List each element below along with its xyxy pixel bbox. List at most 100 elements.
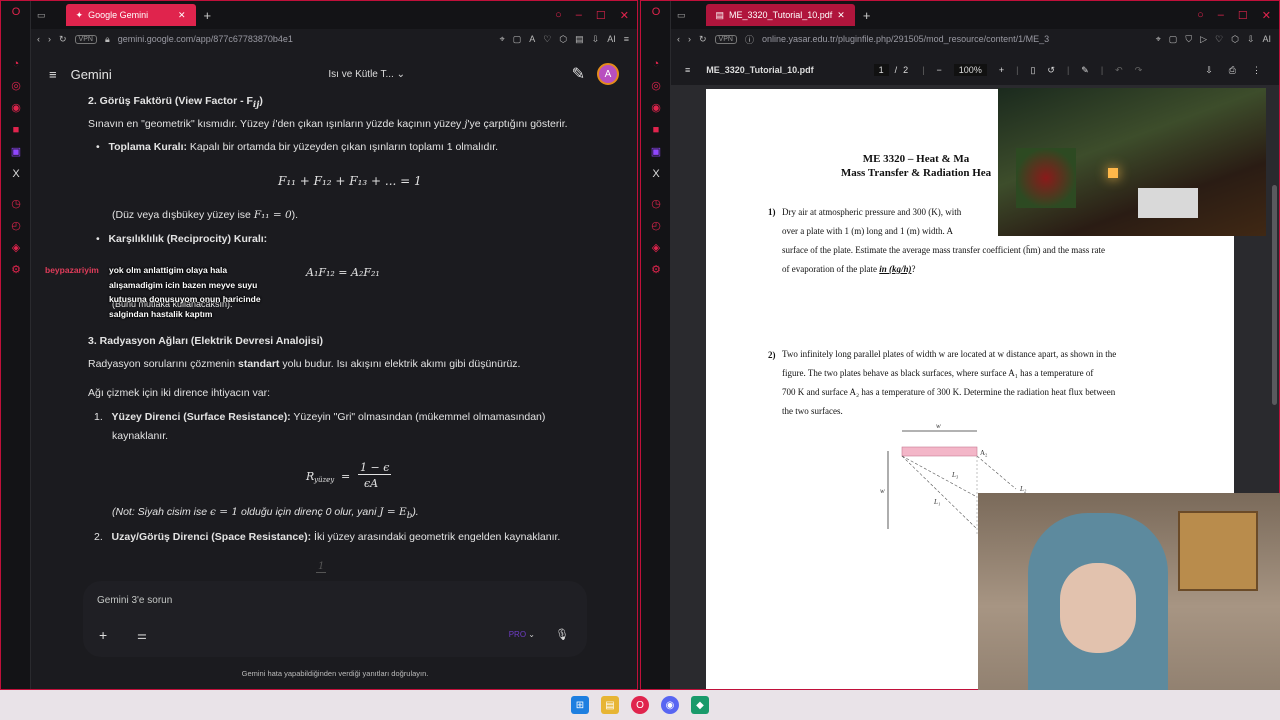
forward-icon[interactable]: › — [48, 34, 51, 44]
extensions-icon[interactable]: ⬡ — [1231, 34, 1239, 45]
shield-icon[interactable]: ⛉ — [1185, 34, 1192, 45]
annotate-icon[interactable]: ✎ — [1081, 65, 1089, 76]
tab-menu-icon[interactable]: ▭ — [677, 10, 686, 21]
print-icon[interactable]: ⎙ — [1229, 65, 1236, 76]
more-options-icon[interactable]: ⋮ — [1252, 65, 1261, 76]
maximize-icon[interactable]: ☐ — [1238, 9, 1248, 22]
eq4-numerator: 1 — [316, 561, 327, 573]
clock-icon[interactable]: ◴ — [1, 215, 31, 237]
history-icon[interactable]: ◷ — [641, 193, 671, 215]
messenger-icon[interactable]: ◉ — [641, 97, 671, 119]
snapshot-icon[interactable]: ▢ — [513, 34, 522, 45]
conversation-title[interactable]: Isı ve Kütle T... ⌄ — [278, 69, 405, 80]
new-tab-button[interactable]: + — [863, 8, 871, 23]
clock-icon[interactable]: ◴ — [641, 215, 671, 237]
bookmark-icon[interactable]: ◈ — [641, 237, 671, 259]
download-icon[interactable]: ⇩ — [592, 34, 600, 45]
page-number-input[interactable]: 1 — [873, 64, 889, 76]
file-explorer-icon[interactable]: ▤ — [601, 696, 619, 714]
twitch-icon[interactable]: ▣ — [641, 141, 671, 163]
fit-page-icon[interactable]: ▯ — [1030, 65, 1035, 76]
url-field[interactable]: gemini.google.com/app/877c67783870b4e1 — [118, 34, 293, 44]
tab-close-icon[interactable]: ✕ — [837, 10, 845, 21]
pin-icon[interactable]: ⌖ — [1156, 34, 1161, 45]
undo-icon[interactable]: ↶ — [1115, 65, 1123, 76]
whatsapp-icon[interactable]: ■ — [1, 119, 31, 141]
settings-icon[interactable]: ⚙ — [1, 259, 31, 281]
x-icon[interactable]: X — [641, 163, 671, 185]
pdf-download-icon[interactable]: ⇩ — [1205, 65, 1213, 76]
tab-gemini[interactable]: ✦ Google Gemini ✕ — [65, 4, 196, 26]
heart-icon[interactable]: ♡ — [1215, 34, 1223, 45]
wallet-icon[interactable]: ▤ — [575, 34, 584, 45]
play-icon[interactable]: ▷ — [1200, 34, 1207, 45]
history-icon[interactable]: ◷ — [1, 193, 31, 215]
x-icon[interactable]: X — [1, 163, 31, 185]
p2-bold: standart — [238, 358, 280, 370]
discord-icon[interactable]: ◉ — [661, 696, 679, 714]
new-tab-button[interactable]: + — [204, 8, 212, 23]
aria-icon[interactable]: ◔ — [641, 53, 671, 75]
maximize-icon[interactable]: ☐ — [596, 9, 606, 22]
b1-title: Toplama Kuralı: — [108, 141, 188, 153]
zoom-level[interactable]: 100% — [953, 64, 987, 76]
back-icon[interactable]: ‹ — [677, 34, 680, 44]
tab-close-icon[interactable]: ✕ — [178, 10, 186, 21]
opera-taskbar-icon[interactable]: O — [631, 696, 649, 714]
tab-menu-icon[interactable]: ▭ — [37, 10, 46, 21]
ai-icon[interactable]: AI — [607, 34, 616, 45]
rotate-icon[interactable]: ↺ — [1047, 65, 1055, 76]
pin-icon[interactable]: ⌖ — [500, 34, 505, 45]
opera-logo-icon[interactable]: O — [1, 1, 31, 23]
forward-icon[interactable]: › — [688, 34, 691, 44]
search-icon[interactable]: ○ — [1197, 9, 1204, 22]
game-bed — [1138, 188, 1198, 218]
pdf-menu-icon[interactable]: ≡ — [685, 65, 690, 75]
redo-icon[interactable]: ↷ — [1135, 65, 1143, 76]
model-selector[interactable]: PRO ⌄ — [509, 630, 535, 639]
menu-icon[interactable]: ≡ — [624, 34, 629, 45]
avatar[interactable]: A — [596, 63, 619, 85]
search-icon[interactable]: ○ — [555, 9, 562, 22]
zoom-in-icon[interactable]: + — [999, 65, 1004, 75]
close-icon[interactable]: ✕ — [620, 9, 629, 22]
snapshot-icon[interactable]: ▢ — [1169, 34, 1178, 45]
download-icon[interactable]: ⇩ — [1247, 34, 1255, 45]
ai-icon[interactable]: AI — [1262, 34, 1271, 45]
opera-logo-icon[interactable]: O — [641, 1, 671, 23]
zoom-out-icon[interactable]: − — [937, 65, 942, 75]
messenger-icon[interactable]: ◉ — [1, 97, 31, 119]
back-icon[interactable]: ‹ — [37, 34, 40, 44]
vpn-badge[interactable]: VPN — [714, 34, 737, 44]
aria-icon[interactable]: ◔ — [1, 53, 31, 75]
reload-icon[interactable]: ↻ — [59, 34, 67, 45]
whatsapp-icon[interactable]: ■ — [641, 119, 671, 141]
minimize-icon[interactable]: – — [576, 9, 582, 22]
hamburger-menu-icon[interactable]: ≡ — [49, 67, 57, 82]
tab-bar-right: ▭ ▤ ME_3320_Tutorial_10.pdf ✕ + ○ – ☐ ✕ — [671, 1, 1279, 29]
question1-number: 1) — [768, 207, 776, 217]
microphone-icon[interactable]: 🎙︎ — [555, 628, 569, 641]
prompt-box[interactable]: Gemini 3'e sorun + ⚌ PRO ⌄ 🎙︎ — [83, 581, 587, 657]
settings-icon[interactable]: ⚙ — [641, 259, 671, 281]
tab-pdf[interactable]: ▤ ME_3320_Tutorial_10.pdf ✕ — [705, 4, 855, 26]
add-attachment-icon[interactable]: + — [99, 627, 107, 643]
windows-start-icon[interactable]: ⊞ — [571, 696, 589, 714]
extensions-icon[interactable]: ⬡ — [559, 34, 567, 45]
app-icon[interactable]: ◆ — [691, 696, 709, 714]
reload-icon[interactable]: ↻ — [699, 34, 707, 45]
vpn-badge[interactable]: VPN — [74, 34, 97, 44]
new-chat-icon[interactable]: ✎ — [572, 64, 585, 84]
pdf-scrollbar[interactable] — [1272, 185, 1277, 405]
bookmark-icon[interactable]: ◈ — [1, 237, 31, 259]
minimize-icon[interactable]: – — [1218, 9, 1224, 22]
url-field[interactable]: online.yasar.edu.tr/pluginfile.php/29150… — [762, 34, 1049, 44]
close-icon[interactable]: ✕ — [1262, 9, 1271, 22]
prompt-input[interactable]: Gemini 3'e sorun — [97, 595, 172, 606]
workspace-icon[interactable]: ◎ — [1, 75, 31, 97]
tools-icon[interactable]: ⚌ — [137, 629, 147, 642]
translate-icon[interactable]: A — [529, 34, 535, 45]
twitch-icon[interactable]: ▣ — [1, 141, 31, 163]
workspace-icon[interactable]: ◎ — [641, 75, 671, 97]
heart-icon[interactable]: ♡ — [543, 34, 551, 45]
